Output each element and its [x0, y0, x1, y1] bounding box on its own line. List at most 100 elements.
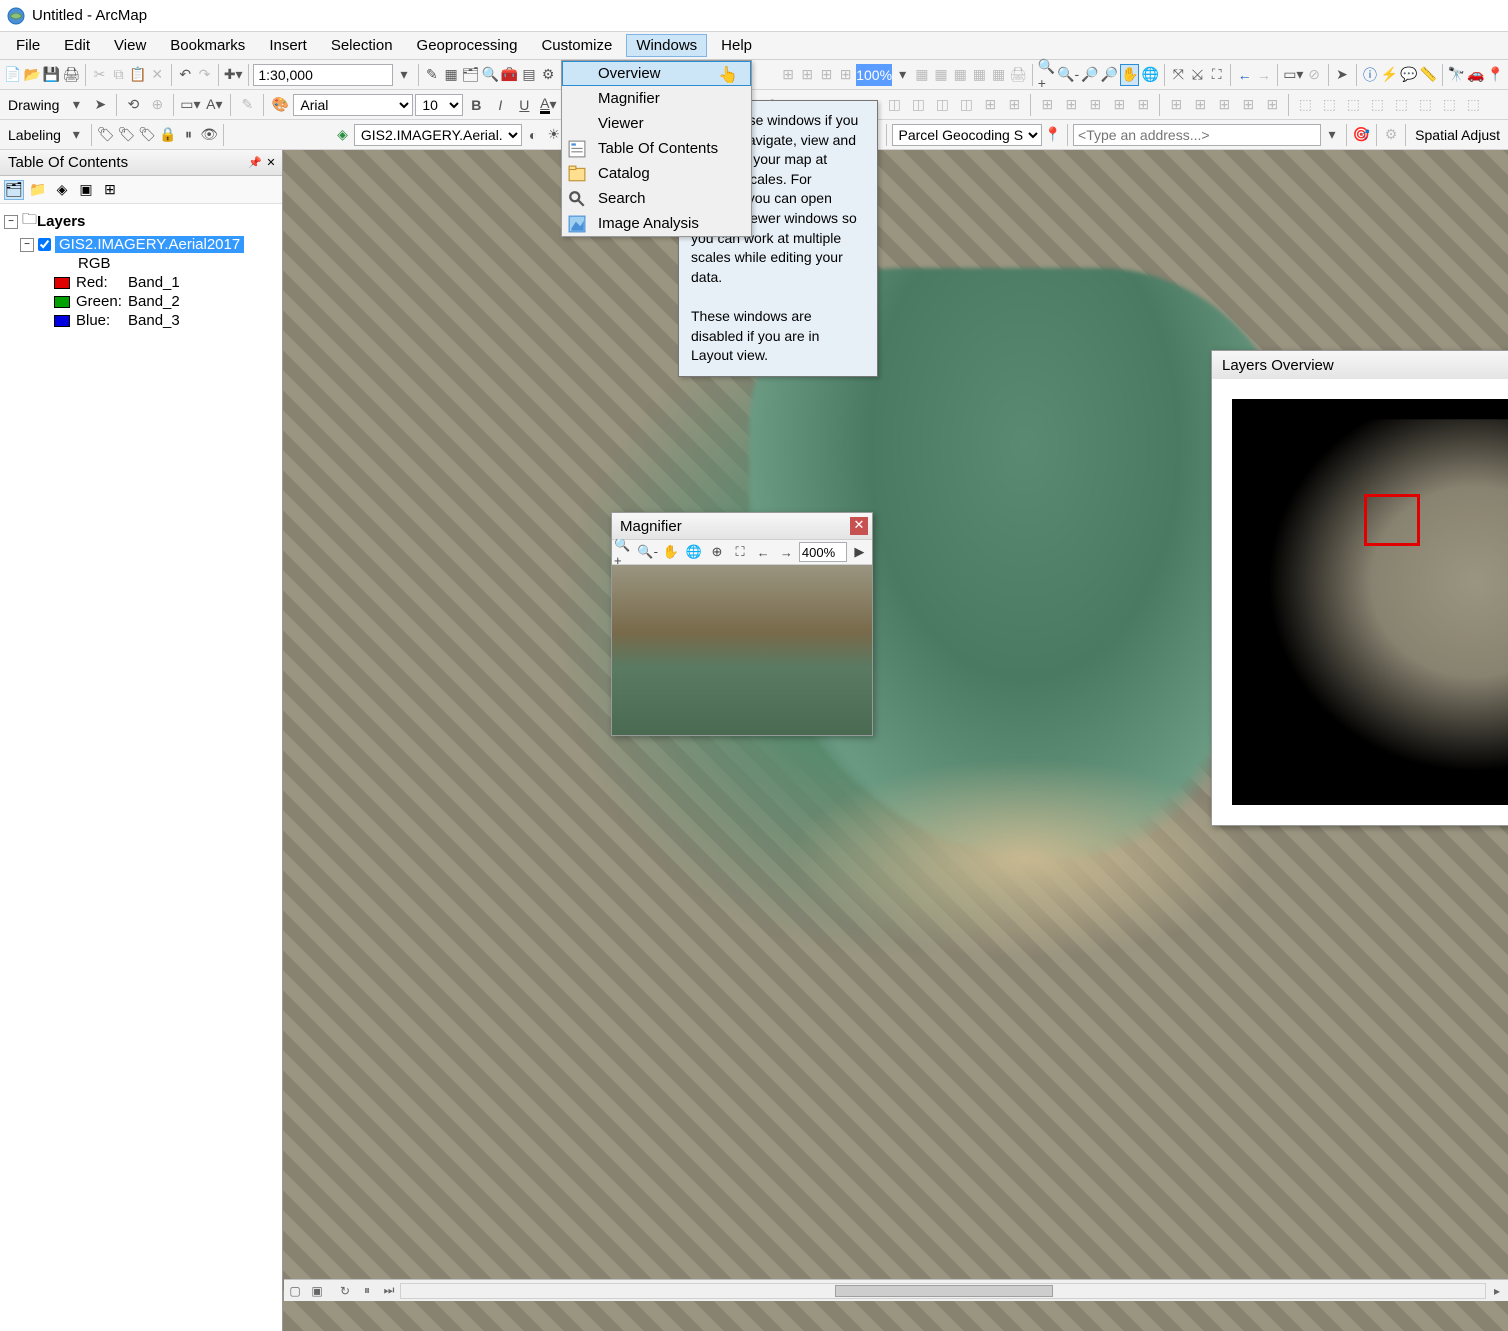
options-icon[interactable]: ⚙	[1382, 124, 1401, 146]
editor-icon[interactable]: ⊞	[1084, 94, 1106, 116]
font-select[interactable]: Arial	[293, 94, 413, 116]
editor-icon[interactable]: ⬚	[1390, 94, 1412, 116]
grid-icon[interactable]: ⊞	[799, 64, 816, 86]
overview-title-bar[interactable]: Layers Overview ✕	[1212, 351, 1508, 379]
grid-icon[interactable]: ⊞	[818, 64, 835, 86]
menu-windows[interactable]: Windows	[626, 34, 707, 57]
locator-select[interactable]: Parcel Geocoding S	[892, 124, 1042, 146]
menu-customize[interactable]: Customize	[531, 34, 622, 57]
effects-layer-icon[interactable]: ◈	[333, 124, 352, 146]
menu-view[interactable]: View	[104, 34, 156, 57]
magnifier-zoom-input[interactable]	[799, 542, 847, 562]
editor-toolbar-icon[interactable]: ✎	[423, 64, 440, 86]
scroll-right-icon[interactable]: ▸	[1486, 1282, 1508, 1300]
full-extent-icon[interactable]: 🌐	[683, 541, 704, 563]
grid-icon[interactable]: ▦	[913, 64, 930, 86]
dropdown-icon[interactable]: ▾	[894, 64, 911, 86]
play-icon[interactable]: ▶	[849, 541, 870, 563]
redo-icon[interactable]: ↷	[196, 64, 213, 86]
editor-icon[interactable]: ⬚	[1462, 94, 1484, 116]
grid-icon[interactable]: ⊞	[837, 64, 854, 86]
select-features-icon[interactable]: ▭▾	[1283, 64, 1303, 86]
menu-item-toc[interactable]: Table Of Contents	[562, 136, 751, 161]
magnifier-title-bar[interactable]: Magnifier ✕	[612, 513, 872, 539]
zoom-to-icon[interactable]: ⊕	[146, 94, 168, 116]
paste-icon[interactable]: 📋	[129, 64, 146, 86]
undo-icon[interactable]: ↶	[177, 64, 194, 86]
fixed-zoom-icon[interactable]: ⊕	[706, 541, 727, 563]
dropdown-icon[interactable]: ▾	[65, 94, 87, 116]
editor-icon[interactable]: ⊞	[1060, 94, 1082, 116]
full-extent-icon[interactable]: 🌐	[1141, 64, 1158, 86]
text-icon[interactable]: A▾	[203, 94, 225, 116]
overview-window[interactable]: Layers Overview ✕	[1211, 350, 1508, 826]
editor-icon[interactable]: ⬚	[1366, 94, 1388, 116]
editor-icon[interactable]: ⊞	[1003, 94, 1025, 116]
editor-icon[interactable]: ⬚	[1294, 94, 1316, 116]
address-input[interactable]	[1073, 124, 1321, 146]
toc-window-icon[interactable]: ▦	[443, 64, 460, 86]
zoom-in-icon[interactable]: 🔍+	[1038, 64, 1055, 86]
magnifier-window[interactable]: Magnifier ✕ 🔍+ 🔍- ✋ 🌐 ⊕ ⛶ ← → ▶	[611, 512, 873, 736]
italic-icon[interactable]: I	[489, 94, 511, 116]
contrast-icon[interactable]: ◐	[524, 124, 543, 146]
drawing-label[interactable]: Drawing	[4, 97, 63, 113]
open-icon[interactable]: 📂	[23, 64, 40, 86]
grid-icon[interactable]: ⊞	[779, 64, 796, 86]
map-scale-input[interactable]	[253, 64, 393, 86]
label-weight-icon[interactable]: 🏷	[138, 124, 157, 146]
fixed-zoom-in-icon[interactable]: 🔎	[1081, 64, 1098, 86]
tree-layer-aerial[interactable]: − GIS2.IMAGERY.Aerial2017	[4, 235, 278, 254]
rectangle-icon[interactable]: ▭▾	[179, 94, 201, 116]
zoom-out-icon[interactable]: 🔍-	[637, 541, 658, 563]
menu-insert[interactable]: Insert	[259, 34, 317, 57]
grid-icon[interactable]: ▦	[990, 64, 1007, 86]
rotate-icon[interactable]: ⟲	[122, 94, 144, 116]
zoom-out-icon[interactable]: 🔍-	[1057, 64, 1079, 86]
lock-labels-icon[interactable]: 🔒	[158, 124, 177, 146]
zoom-in-icon[interactable]: 🔍+	[614, 541, 635, 563]
new-doc-icon[interactable]: 📄	[4, 64, 21, 86]
labeling-label[interactable]: Labeling	[4, 127, 65, 143]
overview-canvas[interactable]	[1212, 379, 1508, 825]
editor-icon[interactable]: ⊞	[1261, 94, 1283, 116]
arrow-left-icon[interactable]: ←	[753, 541, 774, 563]
close-icon[interactable]: ✕	[264, 156, 278, 170]
menu-bookmarks[interactable]: Bookmarks	[160, 34, 255, 57]
close-icon[interactable]: ✕	[850, 517, 868, 535]
go-xy-icon[interactable]: 📍	[1487, 64, 1504, 86]
highlight-icon[interactable]: 100%	[856, 64, 892, 86]
editor-icon[interactable]: ⊞	[1036, 94, 1058, 116]
grid-icon[interactable]: ▦	[952, 64, 969, 86]
arctoolbox-icon[interactable]: 🧰	[501, 64, 518, 86]
refresh-icon[interactable]: ↻	[334, 1282, 356, 1300]
spatial-adjust-label[interactable]: Spatial Adjust	[1411, 127, 1504, 143]
menu-item-viewer[interactable]: Viewer	[562, 111, 751, 136]
font-size-select[interactable]: 10	[415, 94, 463, 116]
cut-icon[interactable]: ✂	[91, 64, 108, 86]
print-icon[interactable]: 🖨	[62, 64, 80, 86]
editor-icon[interactable]: ⊞	[1237, 94, 1259, 116]
select-elements-icon[interactable]: ➤	[1333, 64, 1350, 86]
copy-icon[interactable]: ⧉	[110, 64, 127, 86]
menu-item-search[interactable]: Search	[562, 186, 751, 211]
menu-geoprocessing[interactable]: Geoprocessing	[407, 34, 528, 57]
back-extent-icon[interactable]: ←	[1236, 64, 1253, 86]
view-unplaced-icon[interactable]: 👁	[200, 124, 219, 146]
fixed-zoom-out-icon[interactable]: ⤩	[1189, 64, 1206, 86]
editor-icon[interactable]: ◫	[931, 94, 953, 116]
find-route-icon[interactable]: 🚗	[1467, 64, 1484, 86]
hyperlink-icon[interactable]: ⚡	[1381, 64, 1398, 86]
editor-icon[interactable]: ⬚	[1414, 94, 1436, 116]
horizontal-scrollbar[interactable]	[400, 1283, 1486, 1299]
tree-root-layers[interactable]: − 🗀 Layers	[4, 208, 278, 235]
expand-icon[interactable]: −	[20, 238, 34, 252]
menu-item-image-analysis[interactable]: Image Analysis	[562, 211, 751, 236]
label-manager-icon[interactable]: 🏷	[96, 124, 115, 146]
bold-icon[interactable]: B	[465, 94, 487, 116]
editor-icon[interactable]: ⊞	[1213, 94, 1235, 116]
list-by-visibility-icon[interactable]: ◈	[52, 180, 72, 200]
editor-icon[interactable]: ◫	[883, 94, 905, 116]
catalog-window-icon[interactable]: 🗂	[462, 64, 480, 86]
label-priority-icon[interactable]: 🏷	[117, 124, 136, 146]
